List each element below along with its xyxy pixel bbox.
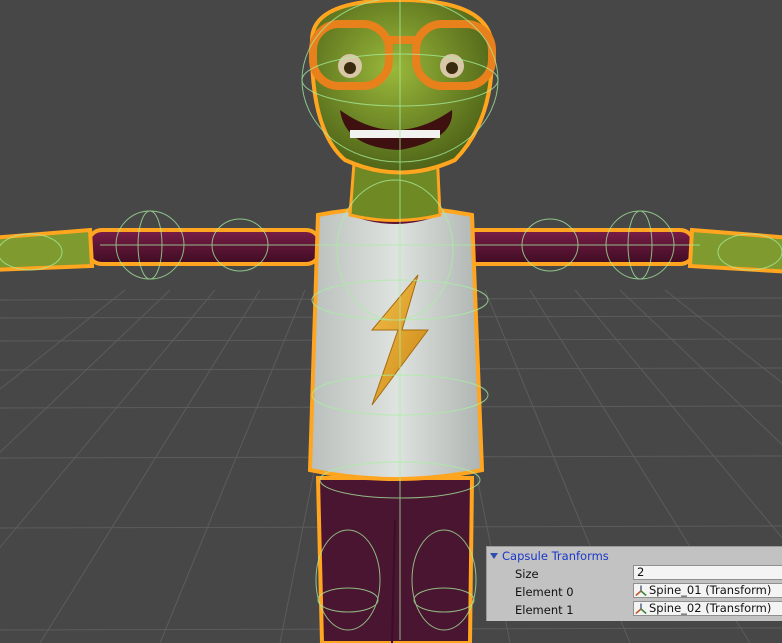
inspector-panel: Capsule Tranforms Size 2 Element 0 Spine… xyxy=(486,546,782,621)
element-1-row: Element 1 Spine_02 (Transform) xyxy=(487,601,782,619)
transform-icon xyxy=(635,603,647,614)
element-1-label: Element 1 xyxy=(515,603,574,617)
element-0-label: Element 0 xyxy=(515,585,574,599)
size-label: Size xyxy=(515,567,539,581)
size-field[interactable]: 2 xyxy=(633,565,782,580)
capsule-tranforms-foldout[interactable]: Capsule Tranforms xyxy=(487,547,782,564)
element-0-row: Element 0 Spine_01 (Transform) xyxy=(487,583,782,601)
element-0-object-field[interactable]: Spine_01 (Transform) xyxy=(633,583,782,598)
element-1-value: Spine_02 (Transform) xyxy=(649,601,772,615)
element-1-object-field[interactable]: Spine_02 (Transform) xyxy=(633,601,782,616)
foldout-title: Capsule Tranforms xyxy=(502,548,609,563)
element-0-value: Spine_01 (Transform) xyxy=(649,583,772,597)
size-row: Size 2 xyxy=(487,565,782,583)
transform-icon xyxy=(635,585,647,596)
foldout-arrow-icon[interactable] xyxy=(490,552,498,559)
